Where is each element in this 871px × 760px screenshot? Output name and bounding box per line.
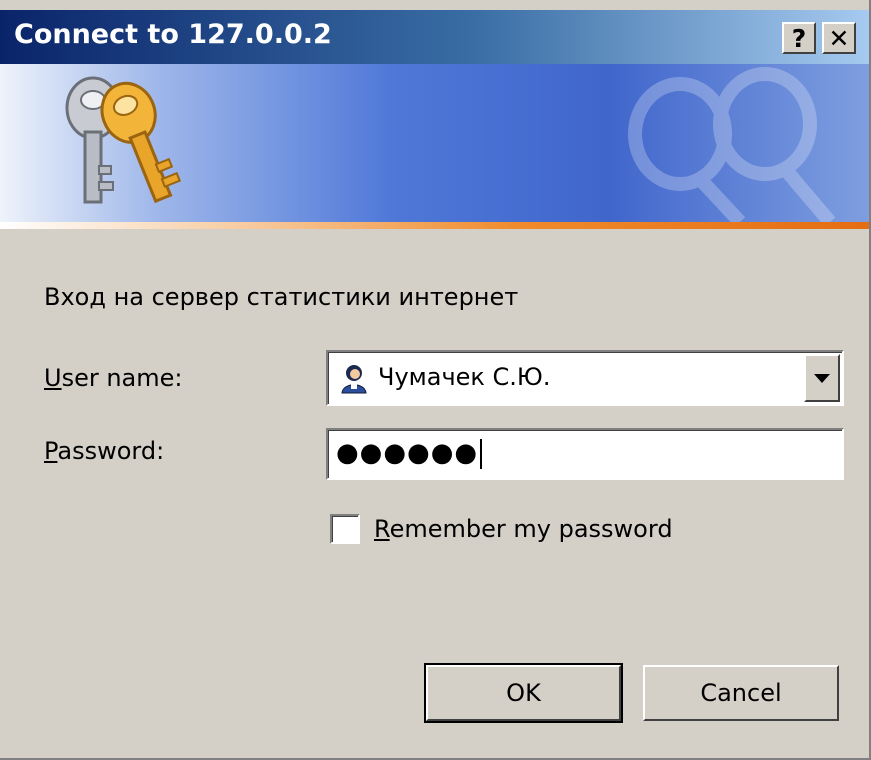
login-dialog: Connect to 127.0.0.2 ? ✕ Вход на сервер … bbox=[0, 0, 871, 760]
password-input[interactable]: ●●●●●● bbox=[326, 428, 844, 480]
username-label-text: ser name: bbox=[61, 364, 183, 392]
ok-button[interactable]: OK bbox=[424, 663, 623, 723]
remember-label-accesskey: R bbox=[374, 515, 390, 543]
username-value: Чумачек С.Ю. bbox=[378, 363, 551, 391]
username-label-accesskey: U bbox=[44, 364, 62, 392]
password-mask: ●●●●●● bbox=[336, 438, 479, 468]
username-label: User name: bbox=[44, 364, 183, 392]
password-label: Password: bbox=[44, 437, 164, 465]
user-icon bbox=[341, 365, 367, 394]
chevron-down-icon bbox=[814, 373, 830, 383]
close-button[interactable]: ✕ bbox=[822, 22, 856, 54]
password-label-accesskey: P bbox=[44, 437, 58, 465]
remember-password-checkbox[interactable] bbox=[330, 514, 360, 544]
remember-password-label[interactable]: Remember my password bbox=[374, 515, 673, 543]
password-value: ●●●●●● bbox=[336, 438, 483, 469]
banner-divider bbox=[0, 222, 869, 229]
title-bar[interactable]: Connect to 127.0.0.2 ? ✕ bbox=[0, 10, 869, 64]
prompt-text: Вход на сервер статистики интернет bbox=[44, 283, 519, 311]
password-label-text: assword: bbox=[57, 437, 165, 465]
cancel-button[interactable]: Cancel bbox=[643, 665, 839, 721]
keys-watermark-icon bbox=[628, 67, 836, 222]
text-caret bbox=[480, 438, 483, 469]
remember-label-text: emember my password bbox=[389, 515, 673, 543]
keys-icon bbox=[65, 76, 182, 204]
username-dropdown-button[interactable] bbox=[804, 354, 840, 402]
help-icon: ? bbox=[791, 23, 807, 53]
help-button[interactable]: ? bbox=[782, 22, 816, 54]
close-icon: ✕ bbox=[828, 23, 850, 53]
window-title: Connect to 127.0.0.2 bbox=[14, 19, 332, 50]
username-combobox[interactable]: Чумачек С.Ю. bbox=[326, 350, 844, 406]
